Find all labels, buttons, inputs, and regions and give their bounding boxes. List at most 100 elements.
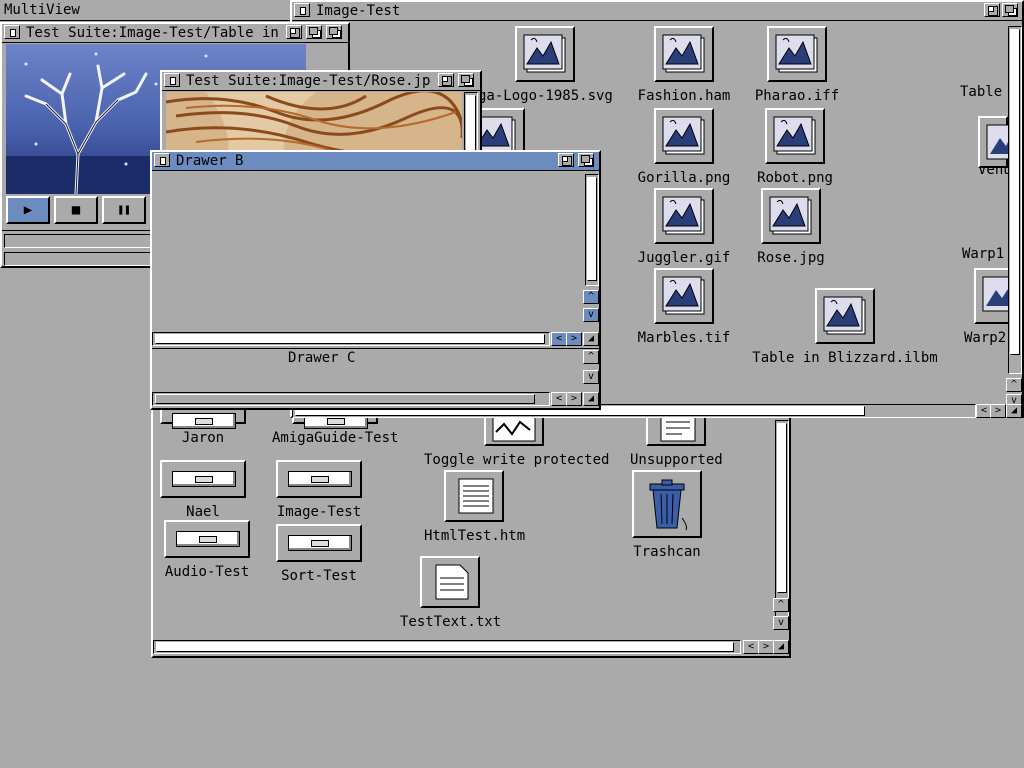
venus-icon[interactable]: Venu [978,116,1008,178]
image-test-title-bar[interactable]: Image-Test [292,2,1022,21]
icon-label: TestText.txt [400,614,502,630]
icon-label: AmigaGuide-Test [272,430,399,446]
icon-label: Unsupported [630,452,723,468]
drawer-b-title-bar[interactable]: Drawer B [152,152,599,171]
drawer-b-scroll-down-button[interactable]: v [583,308,599,322]
close-icon[interactable] [164,73,180,87]
fashion-ham-icon[interactable]: Fashion.ham [636,26,732,104]
close-icon[interactable] [154,153,170,167]
picture-icon [654,188,714,244]
pharao-iff-icon[interactable]: Pharao.iff [752,26,842,104]
table-icon[interactable]: Table [960,84,1006,100]
rose-title: Test Suite:Image-Test/Rose.jp [186,73,431,89]
drawer-b-scroll-right-button[interactable]: > [566,332,582,346]
trashcan-icon-image [632,470,702,538]
picture-icon [978,116,1008,168]
main-scroll-right-button[interactable]: > [758,640,774,654]
drawer-b-vertical-scrollbar[interactable] [585,174,599,286]
juggler-gif-icon[interactable]: Juggler.gif [636,188,732,266]
warp1-icon[interactable]: Warp1 [962,246,1008,262]
table-title-bar[interactable]: Test Suite:Image-Test/Table in [2,24,348,43]
drawer-c-scroll-left-button[interactable]: < [551,392,567,406]
depth-icon[interactable] [306,25,322,39]
rose-jpg-icon[interactable]: Rose.jpg [748,188,834,266]
drawer-c-horizontal-scrollbar[interactable] [152,392,550,406]
play-button[interactable]: ▶ [6,196,50,224]
testtext-icon[interactable]: TestText.txt [400,556,502,630]
main-horizontal-scroll-knob[interactable] [156,642,734,652]
drawer-c-horizontal-scroll-knob[interactable] [155,394,535,404]
zoom-icon[interactable] [286,25,302,39]
drawer-c-scroll-up-button[interactable]: ^ [583,350,599,364]
depth-icon[interactable] [578,153,594,167]
zoom-icon[interactable] [984,3,1000,17]
drawer-b-window[interactable]: Drawer B ^ v < > ◢ Drawer C ^ v < > ◢ [150,150,601,410]
document-icon [444,470,504,522]
close-icon[interactable] [4,25,20,39]
main-scroll-down-button[interactable]: v [773,616,789,630]
picture-icon [767,26,827,82]
icon-label: Image-Test [276,504,362,520]
picture-icon [974,268,1008,324]
main-resize-gadget[interactable]: ◢ [773,640,789,654]
warp2-icon[interactable]: Warp2 [964,268,1008,346]
htmltest-icon[interactable]: HtmlTest.htm [424,470,525,544]
stop-button[interactable]: ■ [54,196,98,224]
drawer-c-title: Drawer C [288,350,356,366]
image-test-vertical-scroll-knob[interactable] [1010,29,1020,355]
audio-test-drawer-icon[interactable]: Audio-Test [162,520,252,580]
sort-test-drawer-icon[interactable]: Sort-Test [276,524,362,584]
depth-icon[interactable] [1002,3,1018,17]
main-scroll-left-button[interactable]: < [743,640,759,654]
drawer-b-resize-gadget[interactable]: ◢ [583,332,599,346]
icon-label: Warp2 [964,330,1007,346]
icon-label: Sort-Test [281,568,357,584]
table-in-blizzard-icon[interactable]: Table in Blizzard.ilbm [752,288,938,366]
close-icon[interactable] [294,3,310,17]
robot-png-icon[interactable]: Robot.png [752,108,838,186]
icon-label: Trashcan [633,544,701,560]
image-test-title: Image-Test [316,3,401,19]
depth-icon[interactable] [326,25,342,39]
drawer-b-vertical-scroll-knob[interactable] [587,177,597,281]
image-test-resize-gadget[interactable]: ◢ [1006,404,1022,418]
icon-label: Toggle write protected [424,452,610,468]
main-vertical-scroll-knob[interactable] [777,423,787,593]
document-icon [420,556,480,608]
pause-button[interactable]: ❚❚ [102,196,146,224]
zoom-icon[interactable] [558,153,574,167]
drawer-icon [164,520,250,558]
icon-label: Fashion.ham [637,88,731,104]
depth-icon[interactable] [458,73,474,87]
gorilla-png-icon[interactable]: Gorilla.png [636,108,732,186]
drawer-c-scroll-right-button[interactable]: > [566,392,582,406]
zoom-icon[interactable] [438,73,454,87]
icon-label: Table in Blizzard.ilbm [752,350,938,366]
image-test-vertical-scrollbar[interactable] [1008,26,1022,374]
drawer-b-horizontal-scrollbar[interactable] [152,332,550,346]
drawer-c-scroll-down-button[interactable]: v [583,370,599,384]
nael-drawer-icon[interactable]: Nael [160,460,246,520]
picture-icon [515,26,575,82]
image-test-scroll-right-button[interactable]: > [990,404,1006,418]
picture-icon [815,288,875,344]
picture-icon [654,26,714,82]
icon-label: Nael [186,504,220,520]
image-test-scroll-up-button[interactable]: ^ [1006,378,1022,392]
drawer-b-horizontal-scroll-knob[interactable] [155,334,545,344]
main-horizontal-scrollbar[interactable] [153,640,741,654]
drawer-c-resize-gadget[interactable]: ◢ [583,392,599,406]
icon-label: Table [960,84,1003,100]
drawer-b-scroll-left-button[interactable]: < [551,332,567,346]
icon-label: Gorilla.png [637,170,731,186]
drawer-b-scroll-up-button[interactable]: ^ [583,290,599,304]
rose-vertical-scroll-knob[interactable] [466,95,476,155]
main-scroll-up-button[interactable]: ^ [773,598,789,612]
trashcan-icon[interactable]: Trashcan [630,470,704,560]
icon-label: Jaron [181,430,225,446]
image-test-drawer-icon[interactable]: Image-Test [276,460,362,520]
rose-title-bar[interactable]: Test Suite:Image-Test/Rose.jp [162,72,480,91]
amiga-logo-svg-icon[interactable]: ga-Logo-1985.svg [478,26,613,104]
main-vertical-scrollbar[interactable] [775,420,789,628]
marbles-tif-icon[interactable]: Marbles.tif [636,268,732,346]
